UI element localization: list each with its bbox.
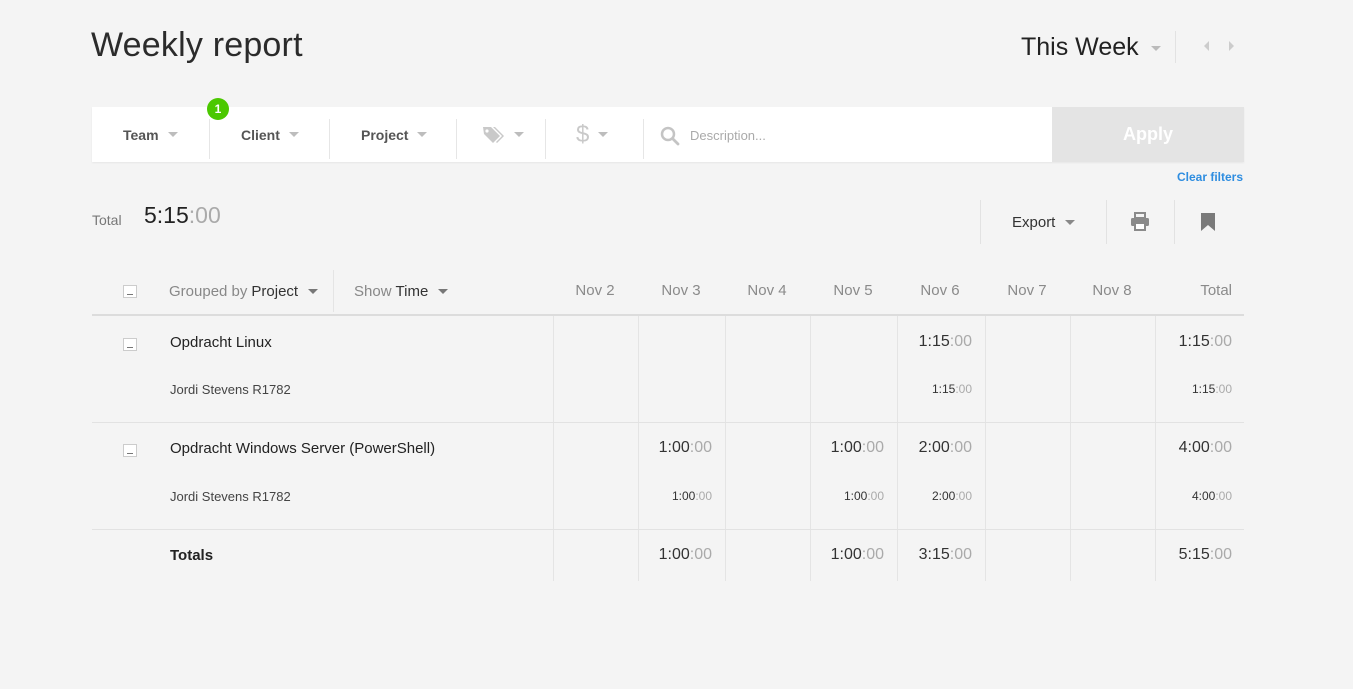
divider (1174, 200, 1175, 244)
dollar-icon: $ (576, 120, 590, 148)
day-header: Nov 7 (1007, 282, 1047, 299)
divider (456, 119, 457, 159)
time-cell: 1:00:00 (830, 439, 884, 456)
billable-filter[interactable]: $ (576, 107, 609, 162)
column-divider (985, 316, 986, 581)
time-cell-total: 1:15:00 (1191, 382, 1232, 396)
group-collapse-toggle[interactable] (123, 444, 137, 457)
time-cell-total: 4:00:00 (1178, 439, 1232, 456)
row-divider (92, 422, 1244, 423)
header-divider (92, 314, 1244, 316)
column-divider (725, 316, 726, 581)
time-cell-total: 1:15:00 (1178, 333, 1232, 350)
apply-button[interactable]: Apply (1052, 107, 1244, 162)
day-header: Nov 3 (661, 282, 701, 299)
time-cell: 1:00:00 (671, 489, 712, 503)
day-header: Nov 6 (920, 282, 960, 299)
divider (643, 119, 644, 159)
client-filter[interactable]: Client (241, 107, 299, 162)
divider (209, 119, 210, 159)
total-duration: 5:15:00 (144, 202, 221, 228)
group-collapse-toggle[interactable] (123, 338, 137, 351)
day-header: Nov 4 (747, 282, 787, 299)
divider (545, 119, 546, 159)
previous-period-icon[interactable] (1204, 41, 1209, 51)
chevron-down-icon (167, 132, 178, 137)
user-name: Jordi Stevens R1782 (170, 382, 291, 397)
total-label: Total (92, 212, 122, 228)
divider (1175, 31, 1176, 63)
bookmark-icon[interactable] (1200, 213, 1216, 231)
divider (1106, 200, 1107, 244)
time-cell: 2:00:00 (931, 489, 972, 503)
divider (329, 119, 330, 159)
chevron-down-icon (417, 132, 428, 137)
column-divider (553, 316, 554, 581)
page-title: Weekly report (91, 26, 303, 64)
project-name[interactable]: Opdracht Linux (170, 334, 272, 351)
totals-cell-total: 5:15:00 (1178, 546, 1232, 563)
day-header: Nov 2 (575, 282, 615, 299)
team-filter-label: Team (123, 126, 159, 143)
chevron-down-icon (288, 132, 299, 137)
column-divider (1070, 316, 1071, 581)
divider (980, 200, 981, 244)
time-cell: 1:00:00 (843, 489, 884, 503)
group-by-label: Grouped by (169, 282, 248, 300)
export-button[interactable]: Export (1012, 214, 1076, 231)
time-cell-total: 4:00:00 (1191, 489, 1232, 503)
chevron-down-icon (1065, 220, 1076, 225)
tag-icon (483, 126, 504, 143)
day-header: Nov 8 (1092, 282, 1132, 299)
totals-cell: 1:00:00 (658, 546, 712, 563)
filter-bar: Team 1 Client Project $ Apply (92, 98, 1244, 162)
project-filter[interactable]: Project (361, 107, 428, 162)
divider (333, 270, 334, 312)
tags-filter[interactable] (481, 107, 524, 162)
chevron-down-icon (514, 132, 524, 137)
day-header: Nov 5 (833, 282, 873, 299)
team-filter[interactable]: Team 1 (123, 98, 229, 162)
next-period-icon[interactable] (1229, 41, 1234, 51)
time-cell: 1:15:00 (918, 333, 972, 350)
period-selector[interactable]: This Week (1021, 33, 1161, 62)
chevron-down-icon (308, 288, 319, 294)
team-filter-badge: 1 (207, 98, 229, 120)
collapse-all-toggle[interactable] (123, 285, 137, 298)
chevron-down-icon (438, 288, 449, 294)
project-name[interactable]: Opdracht Windows Server (PowerShell) (170, 440, 435, 457)
show-selector[interactable]: Show Time (354, 271, 449, 311)
group-by-value: Project (251, 282, 299, 300)
project-filter-label: Project (361, 126, 409, 143)
user-name: Jordi Stevens R1782 (170, 489, 291, 504)
search-icon (660, 126, 680, 146)
totals-cell: 3:15:00 (918, 546, 972, 563)
time-cell: 1:15:00 (931, 382, 972, 396)
row-divider (92, 529, 1244, 530)
clear-filters-link[interactable]: Clear filters (1177, 170, 1243, 184)
description-search-input[interactable] (690, 121, 1040, 149)
show-label: Show (354, 282, 392, 300)
client-filter-label: Client (241, 126, 280, 143)
print-icon[interactable] (1130, 212, 1150, 231)
total-header: Total (1200, 282, 1232, 299)
chevron-down-icon (1150, 46, 1161, 51)
group-by-selector[interactable]: Grouped by Project (169, 271, 319, 311)
totals-label: Totals (170, 547, 214, 564)
chevron-down-icon (598, 132, 609, 137)
totals-cell: 1:00:00 (830, 546, 884, 563)
period-label: This Week (1021, 33, 1139, 61)
time-cell: 2:00:00 (918, 439, 972, 456)
show-value: Time (395, 282, 429, 300)
export-label: Export (1012, 214, 1056, 231)
time-cell: 1:00:00 (658, 439, 712, 456)
